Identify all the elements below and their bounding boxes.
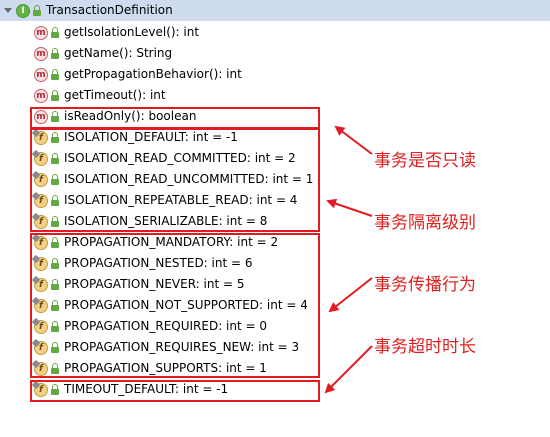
isolation-arrow xyxy=(326,198,373,217)
timeout-arrow xyxy=(324,345,373,394)
propagation-arrow xyxy=(328,277,373,313)
readonly-arrow xyxy=(334,125,373,155)
annotation-arrows xyxy=(324,125,373,394)
structure-view: I TransactionDefinition m getIsolationLe… xyxy=(0,0,550,437)
